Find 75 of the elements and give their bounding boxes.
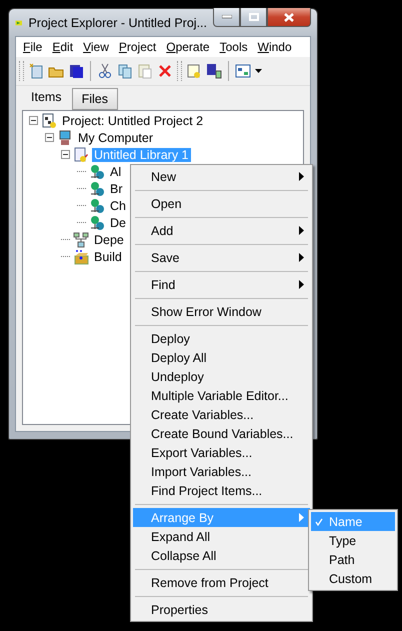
context-menu-item[interactable]: Collapse All: [133, 546, 310, 565]
submenu-arrow-icon: [299, 253, 304, 262]
copy-icon[interactable]: [117, 63, 133, 79]
tree-item[interactable]: Al: [108, 164, 124, 178]
context-menu-item[interactable]: Open: [133, 194, 310, 213]
menu-item[interactable]: File: [18, 40, 48, 54]
collapse-toggle[interactable]: [29, 116, 38, 125]
submenu-item[interactable]: Type: [311, 531, 395, 550]
globe-icon: [89, 180, 105, 196]
library-icon: [73, 146, 89, 162]
collapse-toggle[interactable]: [61, 150, 70, 159]
close-button[interactable]: [267, 8, 311, 27]
menu-item[interactable]: View: [78, 40, 114, 54]
submenu-arrow-icon: [299, 513, 304, 522]
context-menu-item[interactable]: Find: [133, 275, 310, 294]
window-title: Project Explorer - Untitled Proj...: [28, 16, 207, 30]
tree-item[interactable]: Project: Untitled Project 2: [60, 114, 206, 128]
context-menu-item[interactable]: Export Variables...: [133, 443, 310, 462]
context-menu-item[interactable]: Multiple Variable Editor...: [133, 386, 310, 405]
context-menu-item[interactable]: Deploy: [133, 329, 310, 348]
tree-item[interactable]: My Computer: [76, 130, 156, 144]
save-icon[interactable]: [68, 63, 84, 79]
minus-icon: [63, 154, 68, 155]
tree-item[interactable]: Br: [108, 182, 124, 196]
dependencies-icon: [73, 232, 89, 248]
context-menu-item[interactable]: Deploy All: [133, 348, 310, 367]
tree-item[interactable]: Ch: [108, 198, 128, 212]
view-options-icon[interactable]: [235, 63, 251, 79]
maximize-button[interactable]: [240, 8, 267, 27]
context-menu-item[interactable]: Properties: [133, 600, 310, 619]
context-menu-item[interactable]: Add: [133, 221, 310, 240]
collapse-toggle[interactable]: [45, 133, 54, 142]
project-icon[interactable]: [186, 63, 202, 79]
menu-item[interactable]: Edit: [47, 40, 78, 54]
maximize-icon: [248, 13, 258, 21]
globe-icon: [89, 164, 105, 180]
globe-icon: [89, 198, 105, 214]
globe-icon: [89, 214, 105, 230]
submenu-arrow-icon: [299, 280, 304, 289]
menu-item[interactable]: Tools: [214, 40, 253, 54]
menu-item[interactable]: Windo: [252, 40, 297, 54]
checkmark-icon: [315, 518, 323, 526]
context-menu-item[interactable]: Remove from Project: [133, 573, 310, 592]
dropdown-caret-icon[interactable]: [255, 69, 262, 73]
tree-item[interactable]: Build: [92, 250, 124, 264]
submenu-arrow-icon: [299, 172, 304, 181]
new-file-icon[interactable]: [28, 63, 44, 79]
scissors-icon[interactable]: [97, 63, 113, 79]
context-menu-item[interactable]: Save: [133, 248, 310, 267]
menu-item[interactable]: Operate: [161, 40, 215, 54]
save-all-icon[interactable]: [206, 63, 222, 79]
submenu-arrow-icon: [299, 226, 304, 235]
minimize-button[interactable]: [213, 8, 240, 27]
context-menu-item[interactable]: Find Project Items...: [133, 481, 310, 500]
minimize-icon: [222, 15, 232, 19]
context-menu-item[interactable]: Show Error Window: [133, 302, 310, 321]
tree-item[interactable]: Depe: [92, 232, 126, 246]
computer-icon: [57, 130, 73, 146]
menu-item[interactable]: Project: [114, 40, 162, 54]
build-box-icon: [73, 248, 89, 264]
submenu-item[interactable]: Custom: [311, 569, 395, 588]
close-icon: [284, 12, 294, 22]
context-menu-item[interactable]: Create Variables...: [133, 405, 310, 424]
context-menu-item[interactable]: Create Bound Variables...: [133, 424, 310, 443]
context-menu-item[interactable]: New: [133, 167, 310, 186]
context-menu-item[interactable]: Expand All: [133, 527, 310, 546]
minus-icon: [31, 120, 36, 121]
delete-icon[interactable]: [157, 63, 173, 79]
submenu-item[interactable]: Path: [311, 550, 395, 569]
context-menu-item[interactable]: Undeploy: [133, 367, 310, 386]
minus-icon: [47, 137, 52, 138]
tree-item[interactable]: De: [108, 216, 128, 230]
project-icon: [41, 112, 57, 128]
tab[interactable]: Files: [72, 88, 118, 110]
context-menu-item[interactable]: Import Variables...: [133, 462, 310, 481]
